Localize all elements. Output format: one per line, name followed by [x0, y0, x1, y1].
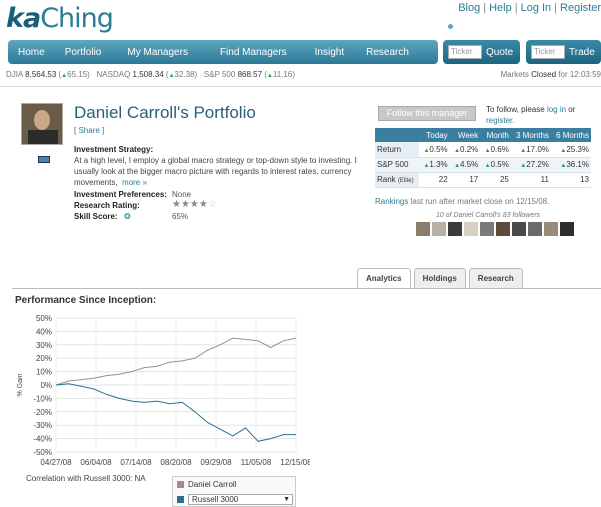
y-tick-label: 10%: [36, 368, 52, 377]
avatar[interactable]: [480, 222, 494, 236]
card-icon: [38, 156, 50, 163]
rankings-link[interactable]: Rankings: [375, 197, 408, 206]
performance-chart: 50% 40% 30% 20% 10% 0% -10% -20% -30% -40% -50%04/…: [17, 314, 310, 467]
preferences-value: None: [172, 190, 192, 199]
x-tick-label: 12/15/08: [280, 458, 310, 467]
tab-research[interactable]: Research: [468, 268, 523, 288]
strategy-text: At a high level, I employ a global macro…: [74, 156, 357, 187]
rankings-note: Rankings last run after market close on …: [375, 197, 550, 206]
table-row: Return ▲0.5% ▲0.2% ▲0.6% ▲17.0% ▲25.3%: [375, 142, 591, 158]
y-tick-label: -30%: [33, 421, 52, 430]
avatar[interactable]: [528, 222, 542, 236]
market-status: Markets Closed for 12:03:59: [500, 70, 601, 79]
y-tick-label: 30%: [36, 341, 52, 350]
nav-research[interactable]: Research: [354, 47, 419, 58]
y-tick-label: -50%: [33, 448, 52, 457]
share-link[interactable]: [ Share ]: [74, 126, 104, 135]
y-tick-label: -40%: [33, 435, 52, 444]
decorative-dot: [448, 24, 453, 29]
x-tick-label: 09/29/08: [200, 458, 232, 467]
y-tick-label: 0%: [40, 381, 52, 390]
follow-register-link[interactable]: register.: [486, 116, 514, 125]
blog-link[interactable]: Blog: [458, 2, 480, 14]
y-tick-label: -10%: [33, 394, 52, 403]
strategy-label: Investment Strategy:: [74, 145, 154, 154]
chevron-down-icon: ▼: [283, 496, 290, 503]
avatar[interactable]: [448, 222, 462, 236]
more-link[interactable]: more »: [122, 178, 147, 187]
avatar[interactable]: [560, 222, 574, 236]
quote-button[interactable]: Quote: [486, 47, 513, 58]
follower-avatars: [416, 222, 574, 236]
trade-button[interactable]: Trade: [569, 47, 595, 58]
follow-button[interactable]: Follow this manager: [378, 106, 476, 121]
trade-box: Ticker Trade: [526, 40, 601, 64]
table-row: S&P 500 ▲1.3% ▲4.5% ▲0.5% ▲27.2% ▲36.1%: [375, 157, 591, 173]
x-tick-label: 08/20/08: [160, 458, 192, 467]
divider: [0, 86, 601, 87]
nav-portfolio[interactable]: Portfolio: [55, 47, 112, 58]
avatar: [21, 103, 63, 145]
tab-analytics[interactable]: Analytics: [357, 268, 411, 289]
nav-my-managers[interactable]: My Managers: [111, 47, 198, 58]
skill-label: Skill Score:: [74, 212, 118, 221]
avatar[interactable]: [464, 222, 478, 236]
quote-box: Ticker Quote: [443, 40, 520, 64]
avatar[interactable]: [432, 222, 446, 236]
divider: [12, 288, 601, 289]
help-link[interactable]: Help: [489, 2, 512, 14]
page-title: Daniel Carroll's Portfolio: [74, 103, 256, 122]
skill-value: 65%: [172, 212, 189, 221]
kaching-logo[interactable]: kaChing: [6, 3, 114, 34]
avatar[interactable]: [416, 222, 430, 236]
chart-title: Performance Since Inception:: [15, 295, 157, 306]
x-tick-label: 07/14/08: [120, 458, 152, 467]
rating-stars: ★★★★☆: [172, 199, 217, 210]
tab-holdings[interactable]: Holdings: [413, 268, 466, 288]
tab-bar: Analytics Holdings Research: [357, 268, 523, 289]
y-tick-label: 40%: [36, 327, 52, 336]
x-tick-label: 06/04/08: [80, 458, 112, 467]
top-links: Blog | Help | Log In | Register: [458, 2, 601, 14]
chart-legend: Daniel Carroll Russell 3000 ▼: [172, 476, 296, 507]
preferences-label: Investment Preferences:: [74, 190, 167, 199]
follow-text: To follow, please log in or register.: [486, 105, 576, 125]
avatar[interactable]: [496, 222, 510, 236]
nav-home[interactable]: Home: [8, 47, 55, 58]
table-row: Rank (Elite) 22 17 25 11 13: [375, 172, 591, 188]
nav-insight[interactable]: Insight: [297, 47, 354, 58]
avatar[interactable]: [544, 222, 558, 236]
y-tick-label: 20%: [36, 354, 52, 363]
help-icon[interactable]: ❂: [124, 212, 131, 221]
rating-label: Research Rating:: [74, 201, 140, 210]
market-ticker: DJIA 8,564.53 (▲65.15) NASDAQ 1,508.34 (…: [6, 70, 295, 79]
nav-find-managers[interactable]: Find Managers: [198, 47, 297, 58]
y-axis-label: % Gain: [17, 373, 24, 396]
quote-ticker-input[interactable]: Ticker: [448, 45, 482, 59]
y-tick-label: -20%: [33, 408, 52, 417]
main-nav: Home Portfolio My Managers Find Managers…: [8, 40, 438, 64]
legend-series1: Daniel Carroll: [177, 480, 236, 489]
y-tick-label: 50%: [36, 314, 52, 323]
correlation-text: Correlation with Russell 3000: NA: [26, 474, 146, 483]
x-tick-label: 11/05/08: [241, 458, 272, 467]
x-tick-label: 04/27/08: [40, 458, 72, 467]
benchmark-select[interactable]: Russell 3000 ▼: [188, 494, 293, 505]
performance-table: Today Week Month 3 Months 6 Months Return ▲0.…: [375, 128, 591, 188]
register-link[interactable]: Register: [560, 2, 601, 14]
legend-series2: Russell 3000 ▼: [177, 494, 293, 505]
avatar[interactable]: [512, 222, 526, 236]
followers-count: 10 of Daniel Carroll's 83 followers: [436, 212, 541, 219]
follow-login-link[interactable]: log in: [547, 105, 566, 114]
trade-ticker-input[interactable]: Ticker: [531, 45, 565, 59]
login-link[interactable]: Log In: [521, 2, 552, 14]
